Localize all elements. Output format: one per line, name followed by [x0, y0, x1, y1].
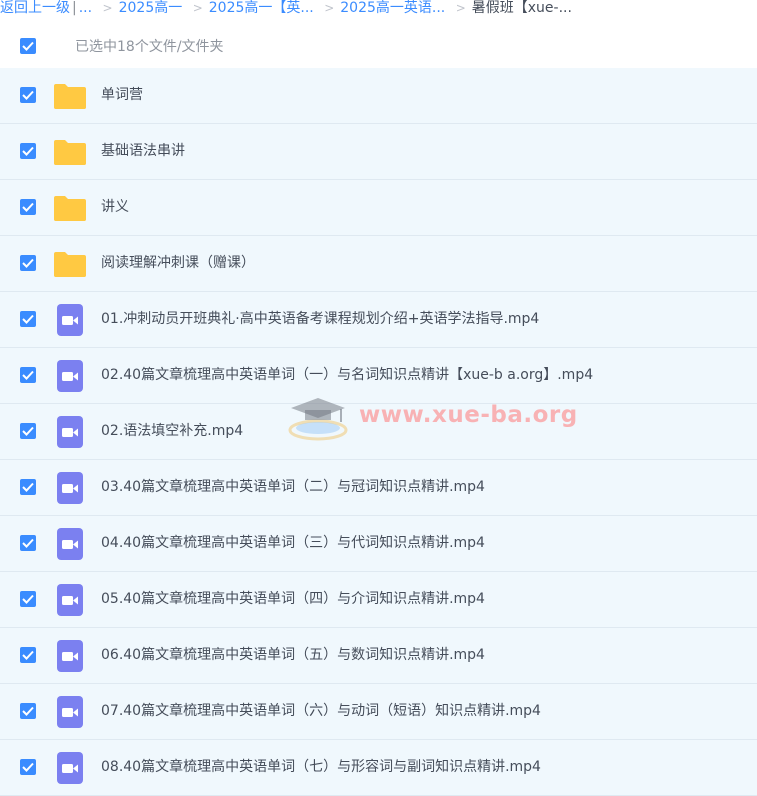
row-checkbox[interactable] [20, 143, 36, 159]
check-icon [22, 202, 34, 212]
row-checkbox[interactable] [20, 255, 36, 271]
breadcrumb-current: 暑假班【xue-... [471, 0, 572, 16]
file-row[interactable]: 05.40篇文章梳理高中英语单词（四）与介词知识点精讲.mp4 [0, 572, 757, 628]
file-name[interactable]: 07.40篇文章梳理高中英语单词（六）与动词（短语）知识点精讲.mp4 [101, 702, 541, 720]
folder-icon [53, 194, 87, 222]
video-file-icon [57, 528, 83, 560]
file-row[interactable]: 03.40篇文章梳理高中英语单词（二）与冠词知识点精讲.mp4 [0, 460, 757, 516]
file-name[interactable]: 单词营 [101, 86, 143, 104]
row-checkbox[interactable] [20, 311, 36, 327]
folder-icon [53, 82, 87, 110]
folder-row[interactable]: 基础语法串讲 [0, 124, 757, 180]
video-file-icon [57, 360, 83, 392]
video-file-icon [57, 472, 83, 504]
selection-count-text: 已选中18个文件/文件夹 [75, 39, 224, 55]
video-file-icon [57, 304, 83, 336]
video-file-icon [57, 696, 83, 728]
check-icon [22, 538, 34, 548]
breadcrumb-item-1[interactable]: 2025高一 [119, 0, 183, 16]
check-icon [22, 650, 34, 660]
folder-row[interactable]: 讲义 [0, 180, 757, 236]
row-checkbox[interactable] [20, 759, 36, 775]
folder-row[interactable]: 单词营 [0, 68, 757, 124]
video-file-icon [57, 584, 83, 616]
check-icon [22, 706, 34, 716]
check-icon [22, 594, 34, 604]
file-row[interactable]: 02.40篇文章梳理高中英语单词（一）与名词知识点精讲【xue-b a.org】… [0, 348, 757, 404]
breadcrumb-item-2[interactable]: 2025高一【英... [209, 0, 314, 16]
file-name[interactable]: 06.40篇文章梳理高中英语单词（五）与数词知识点精讲.mp4 [101, 646, 485, 664]
folder-row[interactable]: 阅读理解冲刺课（赠课） [0, 236, 757, 292]
file-name[interactable]: 04.40篇文章梳理高中英语单词（三）与代词知识点精讲.mp4 [101, 534, 485, 552]
file-list: 单词营基础语法串讲 讲义阅读理解冲刺课（赠课） 01.冲刺动员开班典礼·高中英语备考… [0, 68, 757, 796]
breadcrumb-separator: > [192, 1, 203, 15]
check-icon [22, 41, 34, 51]
file-row[interactable]: 02.语法填空补充.mp4 [0, 404, 757, 460]
breadcrumb-back-link[interactable]: 返回上一级 [0, 0, 70, 16]
select-all-checkbox[interactable] [20, 38, 36, 54]
breadcrumb: 返回上一级 |... >2025高一 >2025高一【英... >2025高一英语… [0, 0, 757, 18]
folder-icon [53, 138, 87, 166]
file-name[interactable]: 讲义 [101, 198, 129, 216]
file-name[interactable]: 03.40篇文章梳理高中英语单词（二）与冠词知识点精讲.mp4 [101, 478, 485, 496]
check-icon [22, 146, 34, 156]
row-checkbox[interactable] [20, 199, 36, 215]
file-name[interactable]: 02.40篇文章梳理高中英语单词（一）与名词知识点精讲【xue-b a.org】… [101, 366, 593, 384]
row-checkbox[interactable] [20, 535, 36, 551]
check-icon [22, 258, 34, 268]
file-row[interactable]: 06.40篇文章梳理高中英语单词（五）与数词知识点精讲.mp4 [0, 628, 757, 684]
file-name[interactable]: 01.冲刺动员开班典礼·高中英语备考课程规划介绍+英语学法指导.mp4 [101, 310, 539, 328]
row-checkbox[interactable] [20, 647, 36, 663]
breadcrumb-ellipsis-link[interactable]: ... [79, 0, 92, 16]
breadcrumb-separator: > [455, 1, 466, 15]
file-row[interactable]: 07.40篇文章梳理高中英语单词（六）与动词（短语）知识点精讲.mp4 [0, 684, 757, 740]
file-name[interactable]: 基础语法串讲 [101, 142, 185, 160]
row-checkbox[interactable] [20, 87, 36, 103]
row-checkbox[interactable] [20, 591, 36, 607]
file-name[interactable]: 02.语法填空补充.mp4 [101, 422, 243, 440]
check-icon [22, 314, 34, 324]
row-checkbox[interactable] [20, 367, 36, 383]
video-file-icon [57, 416, 83, 448]
check-icon [22, 482, 34, 492]
breadcrumb-separator: > [324, 1, 335, 15]
file-name[interactable]: 阅读理解冲刺课（赠课） [101, 254, 255, 272]
selection-bar: 已选中18个文件/文件夹 [0, 34, 757, 60]
check-icon [22, 426, 34, 436]
file-row[interactable]: 04.40篇文章梳理高中英语单词（三）与代词知识点精讲.mp4 [0, 516, 757, 572]
row-checkbox[interactable] [20, 423, 36, 439]
file-name[interactable]: 08.40篇文章梳理高中英语单词（七）与形容词与副词知识点精讲.mp4 [101, 758, 541, 776]
check-icon [22, 90, 34, 100]
check-icon [22, 762, 34, 772]
video-file-icon [57, 752, 83, 784]
folder-icon [53, 250, 87, 278]
row-checkbox[interactable] [20, 703, 36, 719]
breadcrumb-item-3[interactable]: 2025高一英语... [340, 0, 445, 16]
file-name[interactable]: 05.40篇文章梳理高中英语单词（四）与介词知识点精讲.mp4 [101, 590, 485, 608]
check-icon [22, 370, 34, 380]
row-checkbox[interactable] [20, 479, 36, 495]
breadcrumb-separator: > [102, 1, 113, 15]
file-row[interactable]: 01.冲刺动员开班典礼·高中英语备考课程规划介绍+英语学法指导.mp4 [0, 292, 757, 348]
video-file-icon [57, 640, 83, 672]
breadcrumb-pipe: | [72, 0, 77, 16]
